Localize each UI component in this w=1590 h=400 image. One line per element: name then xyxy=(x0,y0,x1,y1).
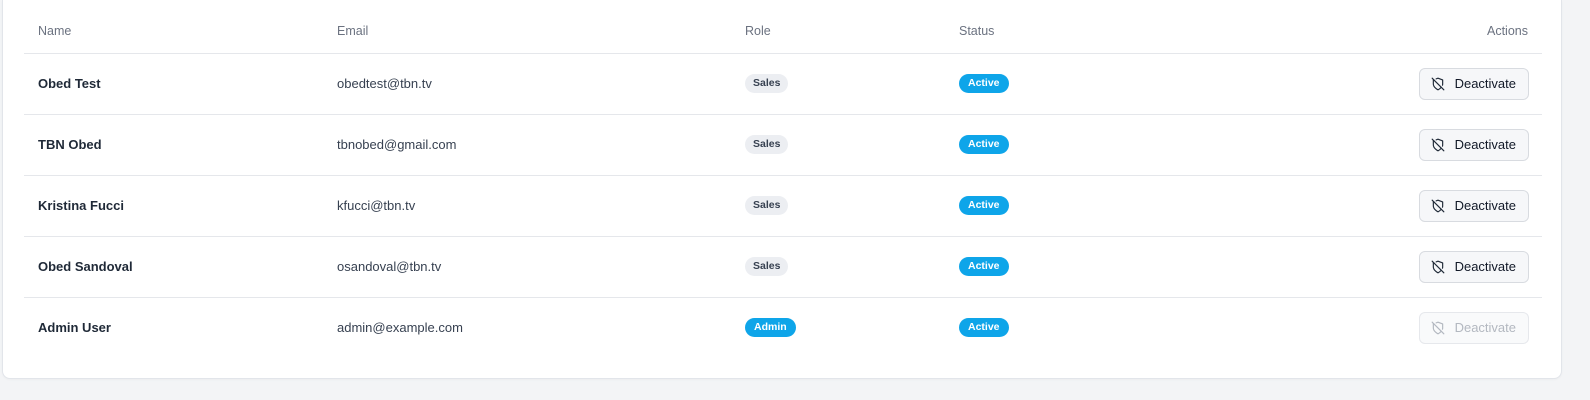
role-badge: Sales xyxy=(745,74,789,93)
status-badge: Active xyxy=(959,257,1009,276)
deactivate-button[interactable]: Deactivate xyxy=(1418,189,1529,222)
column-header-name[interactable]: Name xyxy=(24,0,337,54)
column-header-role[interactable]: Role xyxy=(745,0,959,54)
shield-off-icon xyxy=(1431,77,1445,91)
status-badge: Active xyxy=(959,74,1009,93)
user-name: TBN Obed xyxy=(38,137,102,152)
deactivate-label: Deactivate xyxy=(1454,198,1516,213)
user-email: obedtest@tbn.tv xyxy=(337,76,432,91)
status-cell: Active xyxy=(959,114,1309,175)
users-card: Name Email Role Status Actions Obed Test… xyxy=(2,0,1562,379)
status-cell: Active xyxy=(959,53,1309,114)
deactivate-button[interactable]: Deactivate xyxy=(1418,128,1529,161)
deactivate-button[interactable]: Deactivate xyxy=(1418,67,1529,100)
table-row: Obed Sandoval osandoval@tbn.tv Sales Active… xyxy=(24,236,1542,297)
actions-cell: Deactivate xyxy=(1309,175,1542,236)
status-badge: Active xyxy=(959,196,1009,215)
status-badge: Active xyxy=(959,135,1009,154)
table-header-row: Name Email Role Status Actions xyxy=(24,0,1542,54)
actions-cell: Deactivate xyxy=(1309,297,1542,358)
table-row: TBN Obed tbnobed@gmail.com Sales Active Deac… xyxy=(24,114,1542,175)
actions-cell: Deactivate xyxy=(1309,53,1542,114)
status-cell: Active xyxy=(959,297,1309,358)
shield-off-icon xyxy=(1431,138,1445,152)
table-row: Obed Test obedtest@tbn.tv Sales Active Deact… xyxy=(24,53,1542,114)
deactivate-button: Deactivate xyxy=(1418,311,1529,344)
role-cell: Sales xyxy=(745,236,959,297)
role-cell: Admin xyxy=(745,297,959,358)
user-email: kfucci@tbn.tv xyxy=(337,198,416,213)
user-email: tbnobed@gmail.com xyxy=(337,137,457,152)
table-row: Kristina Fucci kfucci@tbn.tv Sales Active De… xyxy=(24,175,1542,236)
users-table: Name Email Role Status Actions Obed Test… xyxy=(24,0,1542,358)
deactivate-label: Deactivate xyxy=(1454,259,1516,274)
column-header-email[interactable]: Email xyxy=(337,0,745,54)
role-cell: Sales xyxy=(745,175,959,236)
user-name: Kristina Fucci xyxy=(38,198,124,213)
deactivate-label: Deactivate xyxy=(1454,320,1516,336)
column-header-actions: Actions xyxy=(1309,0,1542,54)
status-badge: Active xyxy=(959,318,1009,338)
role-badge: Admin xyxy=(745,318,796,338)
user-name: Admin User xyxy=(38,320,111,336)
actions-cell: Deactivate xyxy=(1309,114,1542,175)
shield-off-icon xyxy=(1431,321,1445,335)
table-row: Admin User admin@example.com Admin Active De… xyxy=(24,297,1542,358)
shield-off-icon xyxy=(1431,260,1445,274)
actions-cell: Deactivate xyxy=(1309,236,1542,297)
role-badge: Sales xyxy=(745,257,789,276)
status-cell: Active xyxy=(959,175,1309,236)
user-email: admin@example.com xyxy=(337,320,463,336)
deactivate-label: Deactivate xyxy=(1454,76,1516,91)
role-badge: Sales xyxy=(745,196,789,215)
shield-off-icon xyxy=(1431,199,1445,213)
deactivate-button[interactable]: Deactivate xyxy=(1418,250,1529,283)
role-cell: Sales xyxy=(745,114,959,175)
role-badge: Sales xyxy=(745,135,789,154)
role-cell: Sales xyxy=(745,53,959,114)
user-email: osandoval@tbn.tv xyxy=(337,259,442,274)
user-name: Obed Test xyxy=(38,76,101,91)
user-name: Obed Sandoval xyxy=(38,259,133,274)
status-cell: Active xyxy=(959,236,1309,297)
deactivate-label: Deactivate xyxy=(1454,137,1516,152)
column-header-status[interactable]: Status xyxy=(959,0,1309,54)
